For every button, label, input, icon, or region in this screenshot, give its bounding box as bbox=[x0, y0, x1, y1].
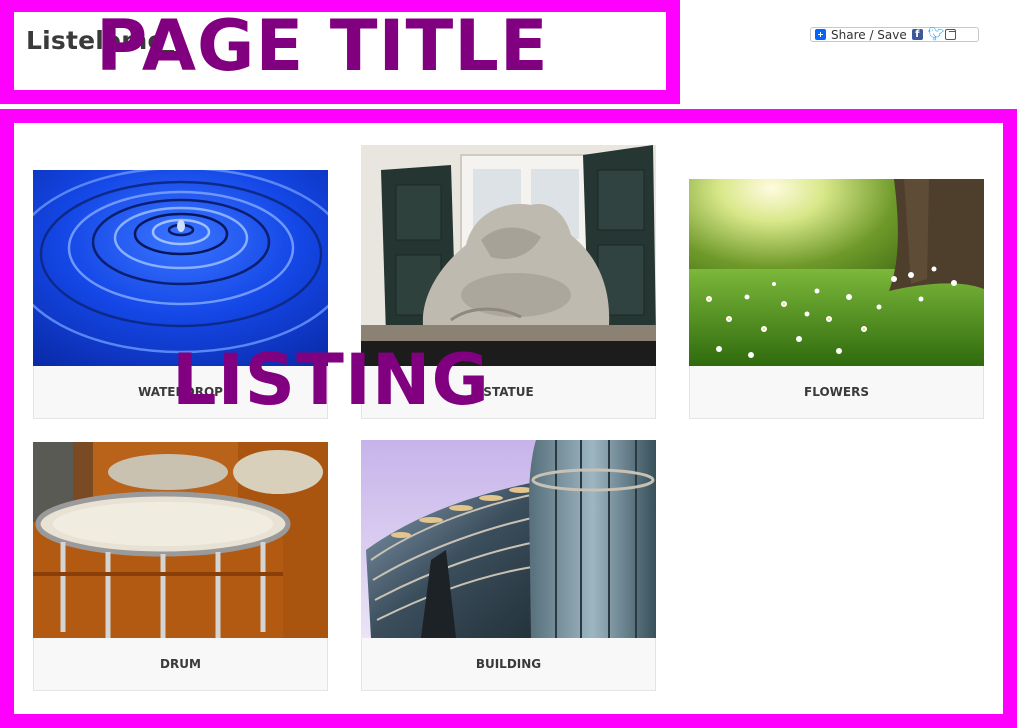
facebook-icon[interactable]: f bbox=[911, 29, 923, 40]
water-ripple-image bbox=[33, 170, 328, 366]
share-arrow-icon[interactable] bbox=[944, 29, 956, 40]
glass-building-image bbox=[361, 440, 656, 638]
listing-overlay-label: LISTING bbox=[172, 339, 490, 421]
listing-card-label: DRUM bbox=[33, 638, 328, 691]
listing-card-building[interactable]: BUILDING bbox=[361, 440, 656, 692]
listing-card-flowers[interactable]: FLOWERS bbox=[689, 179, 984, 420]
meadow-flowers-image bbox=[689, 179, 984, 366]
listing-card-label: FLOWERS bbox=[689, 366, 984, 419]
listing-card-drum[interactable]: DRUM bbox=[33, 442, 328, 692]
stone-statue-image bbox=[361, 145, 656, 366]
share-save-label: Share / Save bbox=[831, 27, 907, 42]
addtoany-plus-icon bbox=[815, 29, 826, 40]
listing-card-label: BUILDING bbox=[361, 638, 656, 691]
share-save-button[interactable]: Share / Save f 🐦︎ bbox=[810, 27, 979, 42]
drum-kit-image bbox=[33, 442, 328, 638]
twitter-icon[interactable]: 🐦︎ bbox=[928, 28, 945, 41]
page-title-overlay-label: PAGE TITLE bbox=[96, 5, 549, 87]
